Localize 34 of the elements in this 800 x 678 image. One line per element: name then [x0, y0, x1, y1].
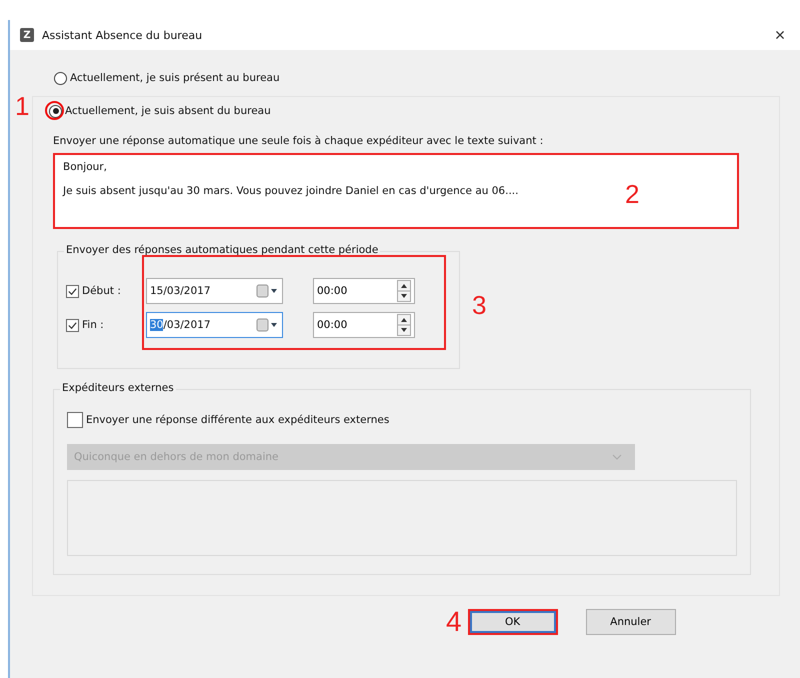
date-field[interactable]: 30/03/2017	[146, 312, 283, 338]
spinner-icon[interactable]	[397, 314, 411, 336]
ok-button[interactable]: OK	[468, 609, 558, 635]
text-line: Bonjour,	[63, 161, 107, 173]
time-field[interactable]: 00:00	[313, 312, 415, 338]
cancel-button[interactable]: Annuler	[586, 609, 676, 635]
annotation-number: 3	[472, 292, 486, 318]
radio-label: Actuellement, je suis présent au bureau	[70, 72, 280, 84]
group-title: Envoyer des réponses automatiques pendant cette période	[64, 244, 380, 256]
field-label: Début :	[82, 285, 122, 297]
checkbox-label: Envoyer une réponse différente aux expéditeurs externes	[86, 414, 390, 426]
group-title: Expéditeurs externes	[60, 382, 176, 394]
annotation-number: 1	[15, 93, 30, 119]
highlight-circle	[45, 100, 64, 120]
calendar-dropdown-icon[interactable]	[256, 318, 278, 332]
time-field[interactable]: 00:00	[313, 278, 415, 304]
spinner-icon[interactable]	[397, 280, 411, 302]
close-button[interactable]: ×	[762, 21, 798, 49]
radio-label: Actuellement, je suis absent du bureau	[65, 105, 271, 117]
annotation-number: 4	[446, 608, 462, 636]
window-title: Assistant Absence du bureau	[42, 28, 204, 42]
text-line: Je suis absent jusqu'au 30 mars. Vous pouvez joindre Daniel en cas d'urgence au 06....	[63, 185, 518, 197]
checkbox[interactable]	[66, 318, 79, 332]
radio-button[interactable]	[54, 72, 67, 84]
date-field[interactable]: 15/03/2017	[146, 278, 283, 304]
app-logo-icon: Z	[20, 28, 34, 42]
reply-label: Envoyer une réponse automatique une seule fois à chaque expéditeur avec le texte suivant :	[53, 135, 544, 147]
external-reply-field[interactable]	[67, 480, 737, 556]
calendar-dropdown-icon[interactable]	[256, 284, 278, 298]
reply-text-field[interactable]: Bonjour, Je suis absent jusqu'au 30 mars. Vous pouvez joindre Daniel en cas d'urgence au 06.... 2	[53, 153, 739, 229]
annotation-number: 2	[625, 181, 640, 207]
field-label: Fin :	[82, 319, 105, 331]
checkbox[interactable]	[67, 412, 83, 428]
checkbox[interactable]	[66, 284, 79, 298]
